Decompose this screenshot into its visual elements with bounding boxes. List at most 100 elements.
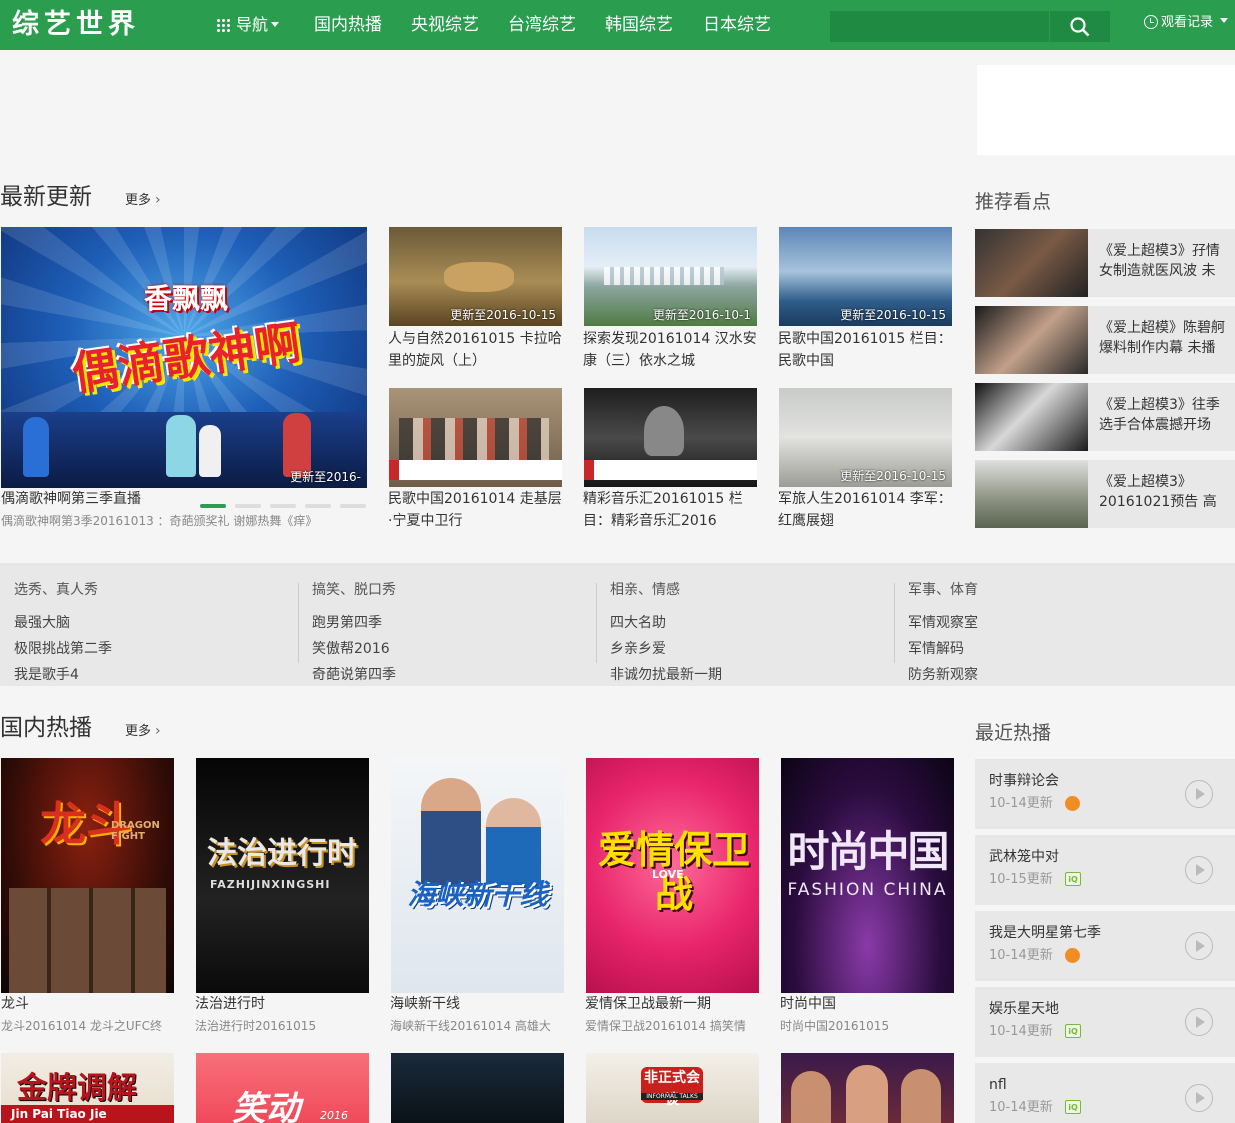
ad-banner[interactable]: [977, 65, 1235, 155]
category-heading[interactable]: 军事、体育: [908, 580, 978, 600]
grid-menu-icon: [216, 18, 230, 32]
hot-more-link[interactable]: 更多: [125, 723, 161, 740]
cheetah-shape: [444, 262, 514, 292]
category-link[interactable]: 军情解码: [908, 639, 964, 659]
video-caption[interactable]: 民歌中国20161015 栏目：民歌中国: [778, 328, 952, 372]
category-link[interactable]: 四大名助: [610, 613, 666, 633]
category-heading[interactable]: 选秀、真人秀: [14, 580, 98, 600]
video-caption[interactable]: 军旅人生20161014 李军：红鹰展翅: [778, 488, 952, 532]
play-icon[interactable]: [1185, 1008, 1213, 1036]
category-link[interactable]: 极限挑战第二季: [14, 639, 112, 659]
video-thumbnail[interactable]: 更新至2016-10-15: [779, 388, 952, 487]
watch-history-button[interactable]: 观看记录: [1144, 14, 1229, 32]
carousel-dot[interactable]: [340, 504, 366, 508]
category-link[interactable]: 笑傲帮2016: [312, 639, 390, 659]
show-poster[interactable]: 金牌调解 Jin Pai Tiao Jie: [1, 1053, 174, 1123]
category-link[interactable]: 乡亲乡爱: [610, 639, 666, 659]
show-poster[interactable]: 海峡新干线: [391, 758, 564, 993]
show-caption[interactable]: 龙斗: [1, 993, 174, 1015]
show-poster[interactable]: [781, 1053, 954, 1123]
carousel-dot[interactable]: [235, 504, 261, 508]
recent-item-date: 10-14更新: [989, 796, 1053, 811]
recommend-thumbnail: [975, 460, 1088, 528]
carousel-dot[interactable]: [305, 504, 331, 508]
search-box: [830, 11, 1110, 42]
recent-item[interactable]: 我是大明星第七季 10-14更新: [975, 911, 1235, 981]
nav-link-taiwan[interactable]: 台湾综艺: [508, 14, 576, 36]
show-poster[interactable]: 法治进行时 FAZHIJINXINGSHI: [196, 758, 369, 993]
show-caption[interactable]: 海峡新干线: [390, 993, 563, 1015]
category-link[interactable]: 最强大脑: [14, 613, 70, 633]
recent-item[interactable]: 时事辩论会 10-14更新: [975, 759, 1235, 829]
nav-link-domestic[interactable]: 国内热播: [314, 14, 382, 36]
host-shape: [421, 778, 481, 888]
video-thumbnail[interactable]: [389, 388, 562, 487]
fighters-shape: [9, 888, 166, 993]
show-poster[interactable]: [391, 1053, 564, 1123]
play-icon[interactable]: [1185, 780, 1213, 808]
recent-item[interactable]: nfl 10-14更新 iQ: [975, 1063, 1235, 1123]
recent-item[interactable]: 武林笼中对 10-15更新 iQ: [975, 835, 1235, 905]
recent-item[interactable]: 娱乐星天地 10-14更新 iQ: [975, 987, 1235, 1057]
hero-slide[interactable]: 香飘飘 偶滴歌神啊 更新至2016-: [1, 227, 367, 488]
recommend-item[interactable]: 《爱上超模》陈碧舸爆料制作内幕 未播: [975, 306, 1235, 374]
update-badge: 更新至2016-10-1: [652, 308, 751, 322]
video-caption[interactable]: 民歌中国20161014 走基层·宁夏中卫行: [388, 488, 562, 532]
category-link[interactable]: 跑男第四季: [312, 613, 382, 633]
video-caption[interactable]: 人与自然20161015 卡拉哈里的旋风（上）: [388, 328, 562, 372]
latest-section-title: 最新更新: [0, 184, 92, 210]
show-caption[interactable]: 法治进行时: [195, 993, 368, 1015]
carousel-dot[interactable]: [270, 504, 296, 508]
video-thumbnail[interactable]: 更新至2016-10-15: [389, 227, 562, 326]
show-poster[interactable]: 爱情保卫战 LOVE: [586, 758, 759, 993]
column-divider: [596, 583, 597, 663]
video-thumbnail[interactable]: 更新至2016-10-15: [779, 227, 952, 326]
category-heading[interactable]: 搞笑、脱口秀: [312, 580, 396, 600]
nav-link-korea[interactable]: 韩国综艺: [605, 14, 673, 36]
category-link[interactable]: 我是歌手4: [14, 665, 79, 685]
latest-more-link[interactable]: 更多: [125, 192, 161, 209]
show-caption[interactable]: 爱情保卫战最新一期: [585, 993, 758, 1015]
carousel-dots: [200, 497, 375, 512]
recommend-section-title: 推荐看点: [975, 191, 1052, 213]
play-icon[interactable]: [1185, 1084, 1213, 1112]
category-link[interactable]: 防务新观察: [908, 665, 978, 685]
site-logo[interactable]: 综艺世界: [12, 6, 140, 44]
recommend-title: 《爱上超模3》20161021预告 高空: [1099, 474, 1217, 510]
clock-icon: [1144, 15, 1158, 29]
search-button[interactable]: [1049, 11, 1110, 42]
iqiyi-source-icon: iQ: [1065, 1024, 1081, 1038]
video-thumbnail[interactable]: [584, 388, 757, 487]
recommend-item[interactable]: 《爱上超模3》孖情女制造就医风波 未: [975, 229, 1235, 297]
show-poster[interactable]: 时尚中国 FASHION CHINA: [781, 758, 954, 993]
nav-menu-button[interactable]: 导航: [216, 15, 280, 35]
nav-link-cctv[interactable]: 央视综艺: [411, 14, 479, 36]
video-caption[interactable]: 探索发现20161014 汉水安康（三）依水之城: [583, 328, 757, 372]
chevron-down-icon: [1220, 18, 1229, 23]
show-poster[interactable]: 笑动 2016: [196, 1053, 369, 1123]
poster-subtitle: Jin Pai Tiao Jie: [1, 1105, 174, 1123]
nav-link-japan[interactable]: 日本综艺: [703, 14, 771, 36]
sohu-source-icon: [1065, 796, 1080, 811]
play-icon[interactable]: [1185, 932, 1213, 960]
show-poster[interactable]: 非正式会谈 INFORMAL TALKS: [586, 1053, 759, 1123]
recent-item-name: nfl: [989, 1077, 1007, 1093]
show-poster[interactable]: 龙斗 DRAGON FIGHT: [1, 758, 174, 993]
video-thumbnail[interactable]: 更新至2016-10-1: [584, 227, 757, 326]
category-link[interactable]: 军情观察室: [908, 613, 978, 633]
category-link[interactable]: 非诚勿扰最新一期: [610, 665, 722, 685]
carousel-dot[interactable]: [200, 504, 226, 508]
category-heading[interactable]: 相亲、情感: [610, 580, 680, 600]
search-input[interactable]: [830, 11, 1049, 42]
chevron-down-icon: [271, 22, 280, 27]
category-link[interactable]: 奇葩说第四季: [312, 665, 396, 685]
recommend-thumbnail: [975, 306, 1088, 374]
hero-caption[interactable]: 偶滴歌神啊第三季直播: [1, 488, 191, 510]
video-caption[interactable]: 精彩音乐汇20161015 栏目：精彩音乐汇2016: [583, 488, 757, 532]
show-caption[interactable]: 时尚中国: [780, 993, 953, 1015]
recent-section-title: 最近热播: [975, 722, 1052, 744]
show-subcaption: 爱情保卫战20161014 搞笑情: [585, 1019, 746, 1033]
recommend-item[interactable]: 《爱上超模3》往季选手合体震撼开场: [975, 383, 1235, 451]
recommend-item[interactable]: 《爱上超模3》20161021预告 高空: [975, 460, 1235, 528]
play-icon[interactable]: [1185, 856, 1213, 884]
